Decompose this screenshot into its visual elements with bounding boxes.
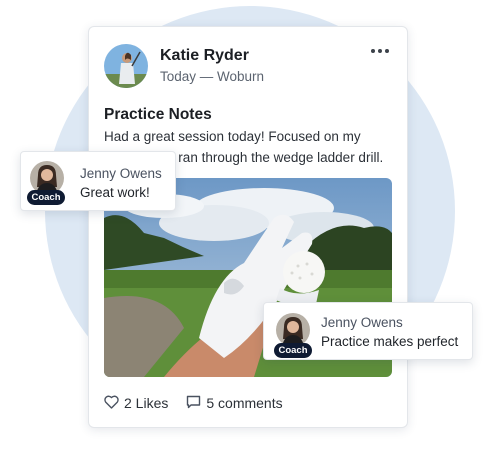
comments-count: 5 comments	[206, 395, 283, 411]
author-avatar[interactable]	[104, 44, 148, 88]
author-name[interactable]: Katie Ryder	[160, 47, 249, 65]
post-meta: Today — Woburn	[160, 69, 265, 84]
comment-bubble[interactable]: Coach Jenny Owens Great work!	[20, 151, 176, 211]
commenter-avatar[interactable]	[276, 313, 310, 347]
comment-text: Practice makes perfect	[321, 334, 459, 349]
post-actions: 2 Likes 5 comments	[104, 393, 283, 413]
commenter-name[interactable]: Jenny Owens	[321, 315, 403, 330]
like-button[interactable]: 2 Likes	[104, 395, 168, 412]
post-card: Katie Ryder Today — Woburn Practice Note…	[88, 26, 408, 428]
post-title: Practice Notes	[104, 106, 212, 123]
comments-button[interactable]: 5 comments	[186, 395, 283, 412]
heart-icon	[104, 395, 119, 412]
coach-badge: Coach	[274, 343, 312, 358]
comment-icon	[186, 395, 201, 412]
comment-text: Great work!	[80, 185, 150, 200]
coach-badge: Coach	[27, 190, 65, 205]
likes-count: 2 Likes	[124, 395, 169, 411]
comment-bubble[interactable]: Coach Jenny Owens Practice makes perfect	[263, 302, 473, 360]
commenter-name[interactable]: Jenny Owens	[80, 166, 162, 181]
more-options-icon[interactable]	[369, 44, 391, 58]
